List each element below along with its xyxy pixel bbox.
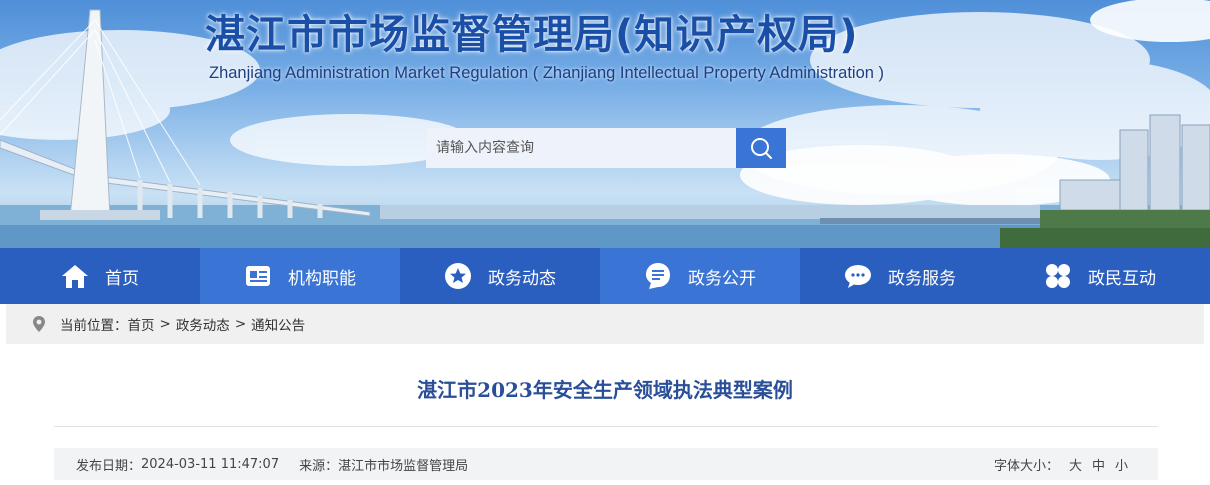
search-box [426,128,786,168]
nav-item-interaction[interactable]: 政民互动 [1000,248,1200,304]
breadcrumb-link-notices[interactable]: 通知公告 [251,314,305,334]
breadcrumb-link-home[interactable]: 首页 [128,314,155,334]
publish-date-label: 发布日期： [76,458,142,474]
publish-date-value: 2024-03-11 11:47:07 [141,456,280,472]
clover-icon [1044,262,1072,290]
font-size-small[interactable]: 小 [1115,455,1128,474]
nav-item-label: 首页 [105,268,139,289]
search-button[interactable] [736,128,786,168]
source-label: 来源： [299,458,339,474]
breadcrumb-separator: > [159,316,171,332]
location-pin-icon [32,315,46,333]
chat-bubble-icon [844,262,872,290]
star-icon [444,262,472,290]
nav-item-label: 政务服务 [888,268,956,289]
site-subtitle: Zhanjiang Administration Market Regulati… [209,64,885,82]
nav-item-disclosure[interactable]: 政务公开 [600,248,800,304]
site-banner: 湛江市市场监督管理局(知识产权局) Zhanjiang Administrati… [0,0,1210,248]
search-icon [751,138,772,159]
nav-item-label: 政务动态 [488,268,556,289]
article-title: 湛江市2023年安全生产领域执法典型案例 [417,378,793,402]
breadcrumb-prefix: 当前位置： [60,318,128,334]
nav-item-home[interactable]: 首页 [0,248,200,304]
source-value: 湛江市市场监督管理局 [338,458,469,474]
breadcrumb: 当前位置： 首页 > 政务动态 > 通知公告 [6,304,1204,344]
article-meta-bar: 发布日期： 2024-03-11 11:47:07 来源： 湛江市市场监督管理局… [54,448,1158,480]
home-icon [61,262,89,290]
font-size-label: 字体大小： [993,458,1059,474]
nav-item-functions[interactable]: 机构职能 [200,248,400,304]
id-card-icon [244,262,272,290]
nav-item-label: 政民互动 [1088,268,1156,289]
breadcrumb-separator: > [234,316,247,332]
nav-item-label: 机构职能 [288,268,356,289]
title-divider [54,426,1158,427]
font-size-medium[interactable]: 中 [1092,455,1105,474]
search-input[interactable] [426,128,736,168]
nav-item-services[interactable]: 政务服务 [800,248,1000,304]
site-title: 湛江市市场监督管理局(知识产权局) [205,12,859,58]
main-nav: 首页 机构职能 政务动态 政务公开 政务服务 政民互动 [0,248,1210,304]
nav-item-label: 政务公开 [688,268,756,289]
font-size-large[interactable]: 大 [1069,455,1082,474]
document-icon [644,262,672,290]
breadcrumb-link-news[interactable]: 政务动态 [176,314,230,334]
nav-item-news[interactable]: 政务动态 [400,248,600,304]
